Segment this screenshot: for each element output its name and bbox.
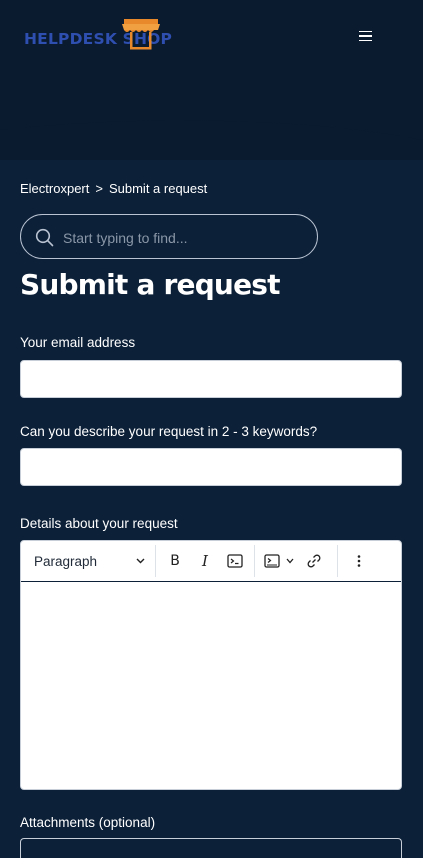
code-block-button[interactable] (259, 546, 299, 576)
toolbar-divider (155, 545, 156, 577)
bold-button[interactable]: B (160, 546, 190, 576)
menu-line (359, 30, 372, 33)
email-field-wrapper (20, 360, 402, 398)
chevron-down-icon (136, 558, 145, 564)
page-title: Submit a request (20, 268, 281, 301)
details-editor: Paragraph B I (20, 540, 402, 790)
more-options-button[interactable] (344, 546, 374, 576)
menu-line (359, 39, 372, 42)
toolbar-divider (337, 545, 338, 577)
menu-line (359, 35, 372, 37)
link-icon (307, 554, 321, 568)
code-button[interactable] (220, 546, 250, 576)
breadcrumb: Electroxpert > Submit a request (20, 181, 207, 196)
email-field[interactable] (21, 361, 401, 397)
link-button[interactable] (299, 546, 329, 576)
attachments-label: Attachments (optional) (20, 815, 156, 830)
italic-icon: I (202, 552, 208, 570)
keywords-field[interactable] (21, 449, 401, 485)
code-block-icon (264, 554, 280, 568)
site-logo[interactable]: HELPDESK SHOP (24, 18, 174, 54)
breadcrumb-separator: > (95, 181, 103, 196)
search-input[interactable] (61, 215, 305, 260)
italic-button[interactable]: I (190, 546, 220, 576)
editor-toolbar: Paragraph B I (21, 541, 401, 582)
breadcrumb-link-home[interactable]: Electroxpert (20, 181, 89, 196)
block-format-select[interactable]: Paragraph (27, 546, 151, 576)
header-wave (0, 118, 423, 140)
more-vertical-icon (357, 555, 361, 567)
keywords-field-wrapper (20, 448, 402, 486)
search-icon (35, 228, 54, 247)
block-format-value: Paragraph (34, 553, 98, 569)
details-editor-body[interactable] (21, 582, 401, 789)
email-label: Your email address (20, 335, 136, 350)
keywords-label: Can you describe your request in 2 - 3 k… (20, 424, 318, 439)
shop-awning-icon (122, 19, 160, 50)
hamburger-menu-button[interactable] (355, 27, 377, 45)
search-box (20, 214, 318, 260)
chevron-down-icon (286, 558, 294, 564)
toolbar-divider (254, 545, 255, 577)
code-icon (227, 554, 243, 568)
breadcrumb-current: Submit a request (108, 181, 208, 196)
attachments-dropzone[interactable] (20, 838, 402, 858)
details-label: Details about your request (20, 516, 178, 531)
bold-icon: B (170, 553, 180, 569)
